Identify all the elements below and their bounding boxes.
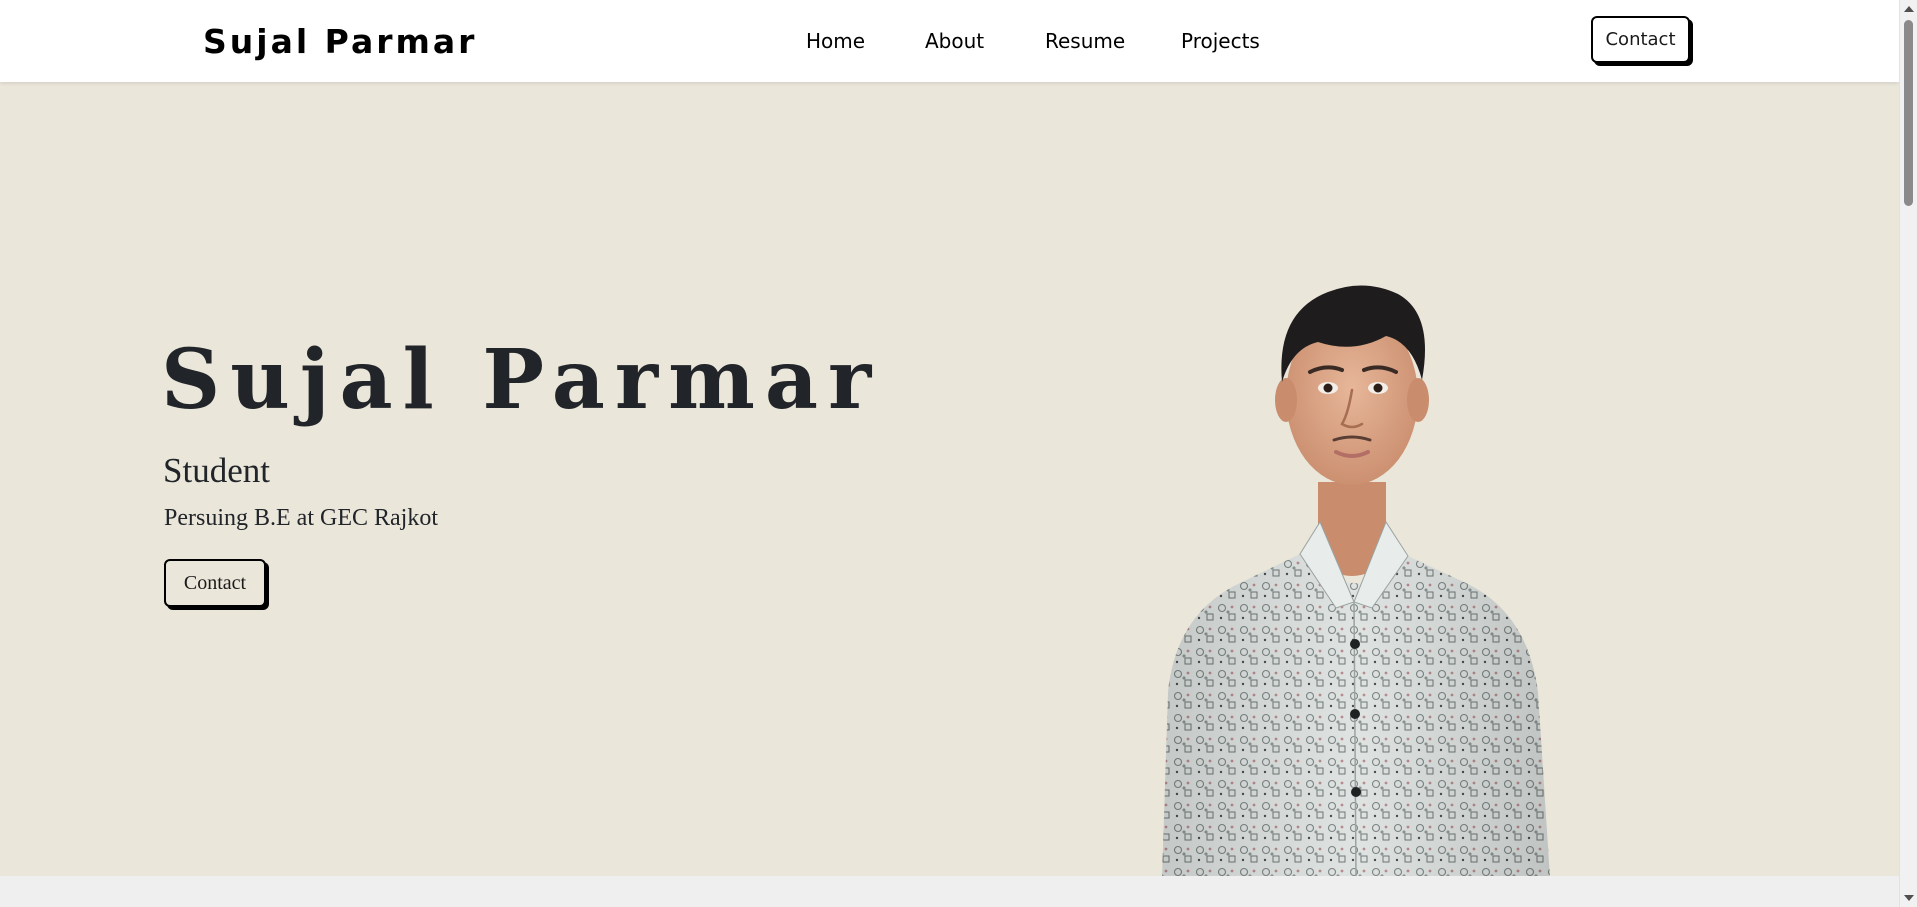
hero-role: Student [163,451,270,490]
nav-projects-link[interactable]: Projects [1181,26,1260,56]
scroll-thumb[interactable] [1904,20,1913,206]
next-section-strip [0,876,1899,907]
header-contact-button[interactable]: Contact [1591,16,1690,63]
nav-about-link[interactable]: About [925,26,984,56]
person-portrait-icon [1162,285,1550,878]
hero-description: Persuing B.E at GEC Rajkot [164,505,438,531]
scroll-down-icon[interactable] [1904,895,1914,901]
hero-title: Sujal Parmar [161,332,882,428]
page-scrollbar[interactable] [1899,0,1917,907]
hero-section: Sujal Parmar Student Persuing B.E at GEC… [0,82,1899,878]
site-header: Sujal Parmar Home About Resume Projects … [0,0,1899,82]
scroll-up-icon[interactable] [1904,6,1914,12]
hero-contact-button[interactable]: Contact [164,559,266,607]
nav-home-link[interactable]: Home [806,26,865,56]
nav-resume-link[interactable]: Resume [1045,26,1125,56]
